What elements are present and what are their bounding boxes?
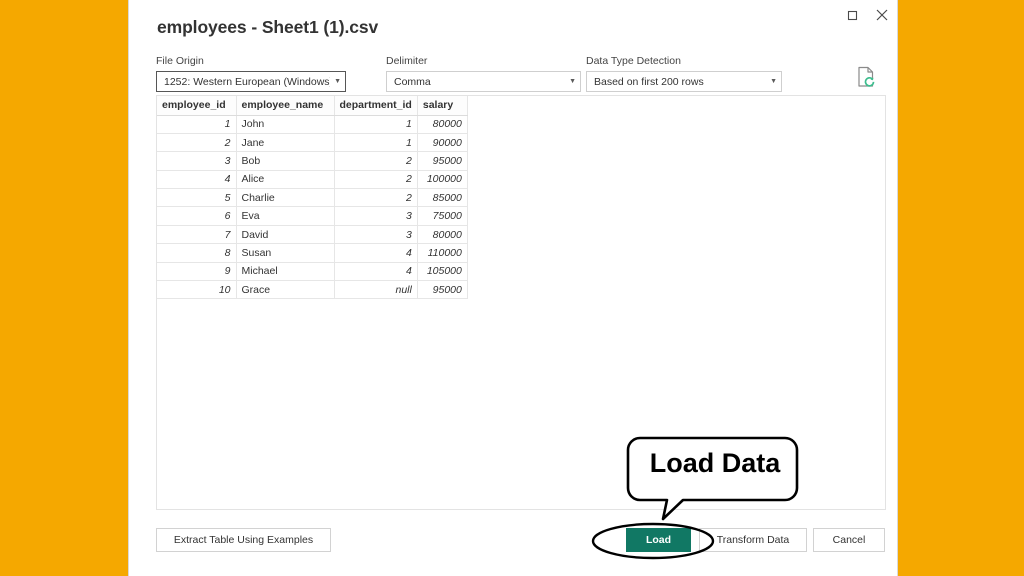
cell-salary: 105000 (417, 262, 468, 282)
cell-employee_id: 5 (157, 188, 237, 208)
cell-salary: 90000 (417, 133, 468, 153)
cell-department_id: 1 (334, 133, 418, 153)
chevron-down-icon: ▼ (770, 78, 777, 85)
cell-employee_name: Susan (236, 243, 335, 263)
delimiter-value: Comma (394, 75, 431, 88)
cell-department_id: 2 (334, 170, 418, 190)
cell-department_id: 4 (334, 262, 418, 282)
cell-salary: 80000 (417, 225, 468, 245)
table-row[interactable]: 6 Eva 3 75000 (157, 206, 468, 226)
file-origin-dropdown[interactable]: 1252: Western European (Windows) ▼ (156, 71, 346, 92)
cell-salary: 110000 (417, 243, 468, 263)
cell-employee_id: 9 (157, 262, 237, 282)
load-button[interactable]: Load (626, 528, 691, 552)
table-header-row: employee_id employee_name department_id … (157, 96, 468, 116)
preview-table-body: 1 John 1 80000 2 Jane 1 90000 3 Bob 2 95000 4 Alice 2 1… (157, 115, 468, 300)
cell-employee_id: 4 (157, 170, 237, 190)
file-origin-label: File Origin (156, 55, 204, 67)
cell-employee_name: John (236, 115, 335, 134)
dialog-footer: Extract Table Using Examples Load Transf… (129, 528, 897, 556)
csv-import-dialog: employees - Sheet1 (1).csv File Origin 1… (128, 0, 898, 576)
extract-table-using-examples-button[interactable]: Extract Table Using Examples (156, 528, 331, 552)
cell-employee_id: 10 (157, 280, 237, 300)
cell-salary: 100000 (417, 170, 468, 190)
table-row[interactable]: 2 Jane 1 90000 (157, 133, 468, 153)
window-controls (837, 0, 897, 30)
cell-employee_id: 1 (157, 115, 237, 134)
cancel-button[interactable]: Cancel (813, 528, 885, 552)
cell-salary: 80000 (417, 115, 468, 134)
table-row[interactable]: 10 Grace null 95000 (157, 280, 468, 300)
column-header-employee-name[interactable]: employee_name (236, 96, 335, 116)
cell-employee_name: Jane (236, 133, 335, 153)
data-type-detection-label: Data Type Detection (586, 55, 681, 67)
cell-department_id: null (334, 280, 418, 300)
table-row[interactable]: 8 Susan 4 110000 (157, 243, 468, 263)
chevron-down-icon: ▼ (334, 78, 341, 85)
cell-salary: 95000 (417, 280, 468, 300)
cell-employee_name: Michael (236, 262, 335, 282)
cell-employee_name: Bob (236, 151, 335, 171)
close-icon[interactable] (867, 0, 897, 30)
data-type-detection-value: Based on first 200 rows (594, 75, 704, 88)
cell-salary: 95000 (417, 151, 468, 171)
cell-employee_id: 7 (157, 225, 237, 245)
table-row[interactable]: 4 Alice 2 100000 (157, 170, 468, 190)
column-header-salary[interactable]: salary (417, 96, 468, 116)
cell-employee_name: David (236, 225, 335, 245)
delimiter-label: Delimiter (386, 55, 428, 67)
delimiter-dropdown[interactable]: Comma ▼ (386, 71, 581, 92)
table-row[interactable]: 7 David 3 80000 (157, 225, 468, 245)
cell-employee_id: 8 (157, 243, 237, 263)
cell-salary: 85000 (417, 188, 468, 208)
data-type-detection-field: Data Type Detection Based on first 200 r… (586, 55, 782, 92)
cell-employee_name: Alice (236, 170, 335, 190)
file-origin-field: File Origin 1252: Western European (Wind… (156, 55, 346, 92)
cell-employee_name: Eva (236, 206, 335, 226)
table-row[interactable]: 9 Michael 4 105000 (157, 262, 468, 282)
delimiter-field: Delimiter Comma ▼ (386, 55, 581, 92)
cell-department_id: 3 (334, 206, 418, 226)
dialog-title: employees - Sheet1 (1).csv (157, 17, 379, 37)
maximize-icon[interactable] (837, 0, 867, 30)
file-origin-value: 1252: Western European (Windows) (164, 75, 331, 88)
table-row[interactable]: 3 Bob 2 95000 (157, 151, 468, 171)
chevron-down-icon: ▼ (569, 78, 576, 85)
cell-salary: 75000 (417, 206, 468, 226)
preview-table: employee_id employee_name department_id … (157, 96, 468, 300)
cell-employee_id: 3 (157, 151, 237, 171)
cell-employee_id: 6 (157, 206, 237, 226)
cell-department_id: 2 (334, 151, 418, 171)
column-header-department-id[interactable]: department_id (334, 96, 418, 116)
column-header-employee-id[interactable]: employee_id (157, 96, 237, 116)
cell-employee_id: 2 (157, 133, 237, 153)
table-row[interactable]: 1 John 1 80000 (157, 115, 468, 134)
import-options-row: File Origin 1252: Western European (Wind… (156, 55, 886, 93)
transform-data-button[interactable]: Transform Data (699, 528, 807, 552)
data-type-detection-dropdown[interactable]: Based on first 200 rows ▼ (586, 71, 782, 92)
cell-department_id: 2 (334, 188, 418, 208)
cell-employee_name: Charlie (236, 188, 335, 208)
table-row[interactable]: 5 Charlie 2 85000 (157, 188, 468, 208)
cell-department_id: 3 (334, 225, 418, 245)
cell-department_id: 4 (334, 243, 418, 263)
cell-employee_name: Grace (236, 280, 335, 300)
cell-department_id: 1 (334, 115, 418, 134)
document-refresh-icon[interactable] (856, 66, 876, 88)
callout-label: Load Data (649, 448, 781, 478)
